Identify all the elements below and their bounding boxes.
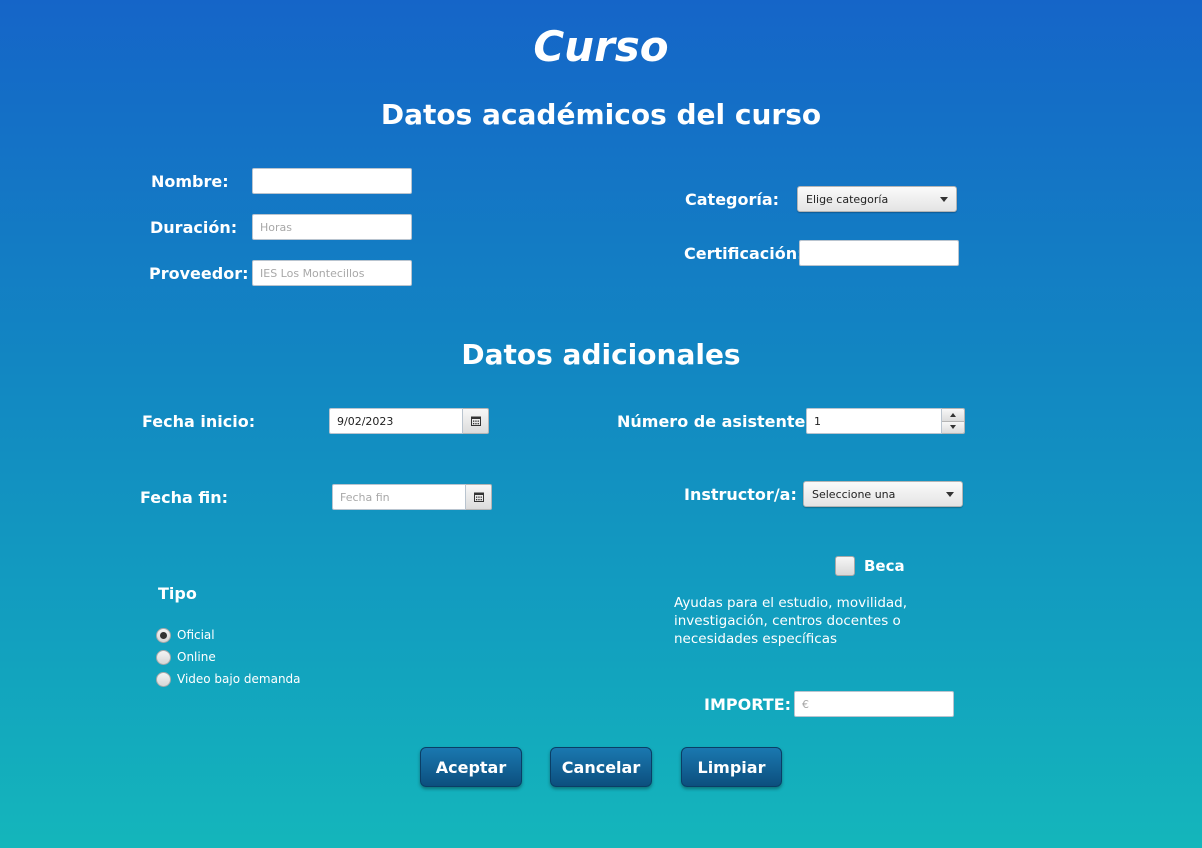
instructor-select[interactable]: Seleccione una xyxy=(803,481,963,507)
radio-label: Video bajo demanda xyxy=(177,672,301,686)
asistentes-spinner[interactable] xyxy=(806,408,965,434)
fecha-inicio-label: Fecha inicio: xyxy=(142,412,256,431)
proveedor-input[interactable] xyxy=(252,260,412,286)
radio-label: Online xyxy=(177,650,216,664)
radio-video-bajo-demanda[interactable]: Video bajo demanda xyxy=(156,668,301,690)
tipo-label: Tipo xyxy=(158,584,197,603)
categoria-selected: Elige categoría xyxy=(806,192,889,206)
asistentes-label: Número de asistentes: xyxy=(617,412,822,431)
increment-icon[interactable] xyxy=(942,409,964,421)
fecha-fin-input[interactable] xyxy=(332,484,466,510)
fecha-fin-datepicker[interactable] xyxy=(332,484,492,510)
nombre-input[interactable] xyxy=(252,168,412,194)
chevron-down-icon xyxy=(940,196,948,202)
section-title-additional: Datos adicionales xyxy=(461,338,741,371)
radio-label: Oficial xyxy=(177,628,215,642)
cancelar-button[interactable]: Cancelar xyxy=(550,747,652,787)
asistentes-input[interactable] xyxy=(806,408,942,434)
importe-label: IMPORTE: xyxy=(704,695,792,714)
radio-button[interactable] xyxy=(156,649,171,665)
beca-description: Ayudas para el estudio, movilidad, inves… xyxy=(674,595,908,647)
categoria-label: Categoría: xyxy=(685,190,780,209)
beca-label: Beca xyxy=(864,557,905,575)
radio-button[interactable] xyxy=(156,627,171,643)
radio-button[interactable] xyxy=(156,671,171,687)
nombre-label: Nombre: xyxy=(151,172,229,191)
aceptar-button[interactable]: Aceptar xyxy=(420,747,522,787)
proveedor-label: Proveedor: xyxy=(149,264,249,283)
duracion-input[interactable] xyxy=(252,214,412,240)
categoria-select[interactable]: Elige categoría xyxy=(797,186,957,212)
duracion-label: Duración: xyxy=(150,218,238,237)
radio-online[interactable]: Online xyxy=(156,646,301,668)
instructor-selected: Seleccione una xyxy=(812,487,896,501)
fecha-fin-label: Fecha fin: xyxy=(140,488,229,507)
page-title: Curso xyxy=(533,22,669,71)
beca-checkbox[interactable] xyxy=(835,556,855,576)
section-title-academic: Datos académicos del curso xyxy=(380,98,822,131)
certificacion-label: Certificación: xyxy=(684,244,804,263)
tipo-radio-group: Oficial Online Video bajo demanda xyxy=(156,624,301,690)
radio-oficial[interactable]: Oficial xyxy=(156,624,301,646)
fecha-inicio-datepicker[interactable] xyxy=(329,408,489,434)
calendar-icon[interactable] xyxy=(466,484,492,510)
decrement-icon[interactable] xyxy=(942,420,964,433)
limpiar-button[interactable]: Limpiar xyxy=(681,747,782,787)
chevron-down-icon xyxy=(946,491,954,497)
calendar-icon[interactable] xyxy=(463,408,489,434)
importe-input[interactable] xyxy=(794,691,954,717)
fecha-inicio-input[interactable] xyxy=(329,408,463,434)
instructor-label: Instructor/a: xyxy=(684,485,797,504)
certificacion-input[interactable] xyxy=(799,240,959,266)
